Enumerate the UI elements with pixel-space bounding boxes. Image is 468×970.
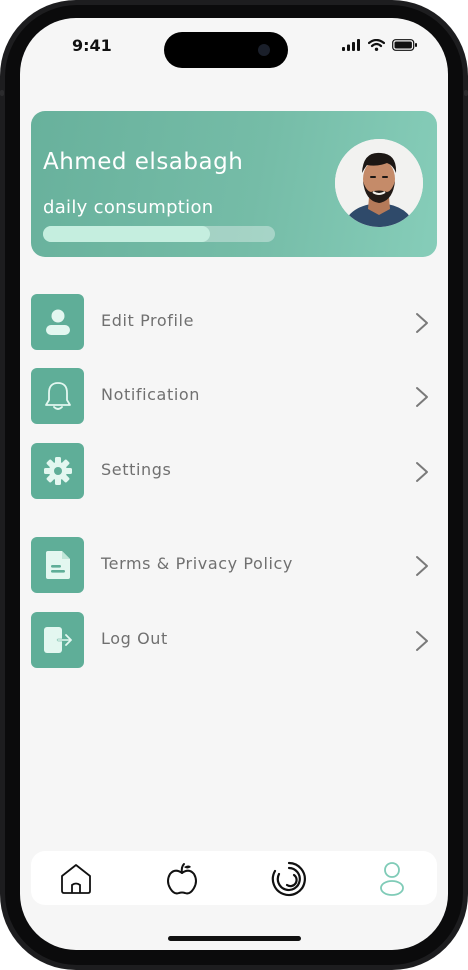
menu-icon-box xyxy=(31,294,84,350)
menu-label-notification: Notification xyxy=(101,385,201,404)
nav-home[interactable] xyxy=(56,859,96,899)
menu-item-edit-profile[interactable]: Edit Profile xyxy=(31,294,437,352)
consumption-progress-fill xyxy=(43,226,211,242)
profile-name: Ahmed elsabagh xyxy=(43,149,244,175)
profile-card[interactable]: Ahmed elsabagh daily consumption xyxy=(31,111,437,257)
menu-item-terms-privacy[interactable]: Terms & Privacy Policy xyxy=(31,537,437,595)
menu-item-settings[interactable]: Settings xyxy=(31,443,437,501)
gear-icon xyxy=(43,457,72,485)
home-icon xyxy=(61,864,91,894)
nav-activity[interactable] xyxy=(269,859,309,899)
avatar-photo xyxy=(335,139,423,227)
camera-icon xyxy=(258,44,270,56)
document-icon xyxy=(45,551,70,579)
chevron-right-icon xyxy=(416,313,428,333)
chevron-right-icon xyxy=(416,462,428,482)
chevron-right-icon xyxy=(416,631,428,651)
menu-label-edit-profile: Edit Profile xyxy=(101,311,195,330)
apple-icon xyxy=(167,863,197,895)
chevron-right-icon xyxy=(416,387,428,407)
chevron-right-icon xyxy=(416,556,428,576)
battery-icon xyxy=(392,39,417,51)
menu-icon-box xyxy=(31,537,84,593)
user-icon xyxy=(45,309,70,335)
dynamic-island xyxy=(164,32,288,68)
status-icons xyxy=(342,39,418,51)
app-screen: 9:41 Ahmed elsabagh daily consumption Ed… xyxy=(20,18,448,950)
nav-nutrition[interactable] xyxy=(162,859,202,899)
signal-icon xyxy=(342,39,360,51)
logout-icon xyxy=(43,627,72,653)
home-indicator xyxy=(168,936,301,941)
profile-icon xyxy=(380,862,404,896)
menu-label-settings: Settings xyxy=(101,460,172,479)
menu-item-logout[interactable]: Log Out xyxy=(31,612,437,670)
menu-label-logout: Log Out xyxy=(101,629,168,648)
side-button-left xyxy=(0,90,4,96)
status-time: 9:41 xyxy=(72,36,112,55)
menu-icon-box xyxy=(31,368,84,424)
bell-icon xyxy=(44,382,71,410)
menu-item-notification[interactable]: Notification xyxy=(31,368,437,426)
bottom-nav xyxy=(31,851,437,905)
daily-consumption-label: daily consumption xyxy=(43,197,214,218)
wifi-icon xyxy=(368,39,385,51)
side-button-right xyxy=(464,90,468,96)
consumption-progress-bar xyxy=(43,226,275,242)
menu-label-terms-privacy: Terms & Privacy Policy xyxy=(101,554,294,573)
menu-icon-box xyxy=(31,443,84,499)
avatar[interactable] xyxy=(335,139,423,227)
progress-ring-icon xyxy=(271,861,306,897)
menu-icon-box xyxy=(31,612,84,668)
nav-profile[interactable] xyxy=(372,859,412,899)
